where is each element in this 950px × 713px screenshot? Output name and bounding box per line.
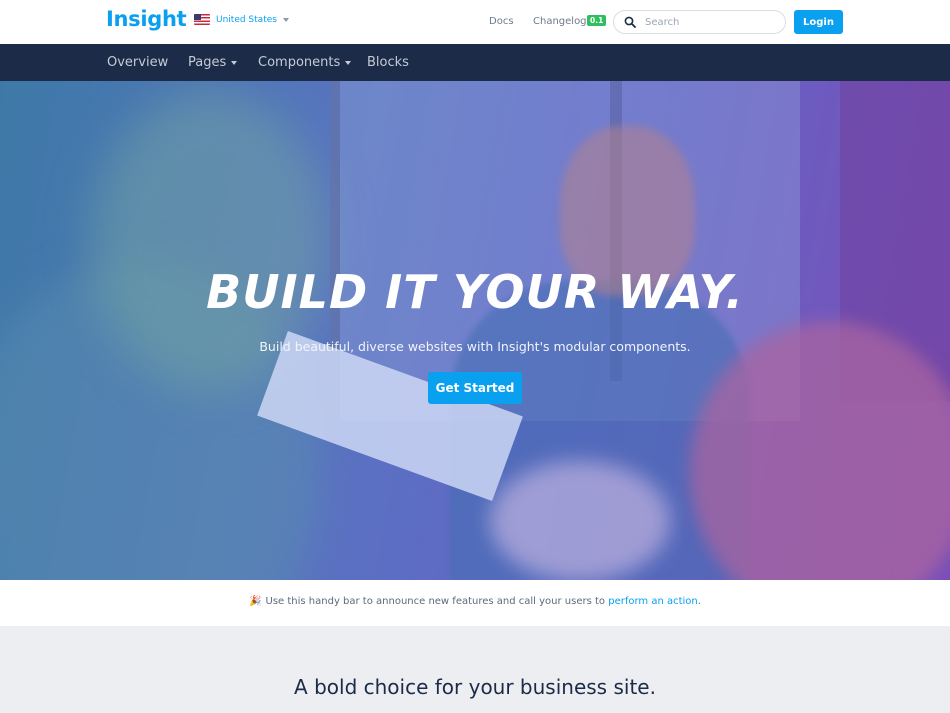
hero-section: Build it your way. Build beautiful, dive…: [0, 81, 950, 580]
logo[interactable]: Insight: [106, 7, 187, 31]
nav-item-pages[interactable]: Pages: [188, 55, 238, 70]
search-box[interactable]: [613, 10, 786, 34]
nav-item-label: Blocks: [367, 55, 409, 70]
nav-item-blocks[interactable]: Blocks: [367, 55, 409, 70]
locale-selector[interactable]: United States: [194, 14, 289, 25]
us-flag-icon: [194, 14, 210, 25]
nav-item-label: Overview: [107, 55, 169, 70]
feature-section: A bold choice for your business site.: [0, 627, 950, 713]
locale-label: United States: [216, 14, 277, 25]
search-input[interactable]: [645, 16, 765, 28]
login-button[interactable]: Login: [794, 10, 843, 34]
section-heading: A bold choice for your business site.: [294, 675, 656, 699]
get-started-button[interactable]: Get Started: [428, 372, 522, 404]
announcement-suffix: .: [697, 596, 701, 607]
nav-item-overview[interactable]: Overview: [107, 55, 168, 70]
announcement-link[interactable]: perform an action: [608, 596, 698, 607]
nav-item-components[interactable]: Components: [258, 55, 352, 70]
nav-item-label: Pages: [188, 55, 227, 70]
search-icon: [624, 16, 636, 28]
main-nav: Overview Pages Components Blocks: [0, 44, 950, 81]
chevron-down-icon: [345, 60, 352, 65]
chevron-down-icon: [282, 17, 289, 22]
hero-title: Build it your way.: [206, 265, 744, 319]
changelog-link[interactable]: Changelog: [533, 16, 587, 27]
party-popper-icon: 🎉: [249, 596, 262, 607]
nav-item-label: Components: [258, 55, 341, 70]
top-bar: Insight United States Docs Changelog 0.1…: [0, 0, 950, 44]
announcement-bar: 🎉 Use this handy bar to announce new feat…: [0, 580, 950, 627]
announcement-text: Use this handy bar to announce new featu…: [265, 596, 609, 607]
changelog-version-badge: 0.1: [587, 15, 607, 26]
docs-link[interactable]: Docs: [489, 16, 514, 27]
chevron-down-icon: [231, 60, 238, 65]
hero-subtitle: Build beautiful, diverse websites with I…: [259, 339, 691, 354]
